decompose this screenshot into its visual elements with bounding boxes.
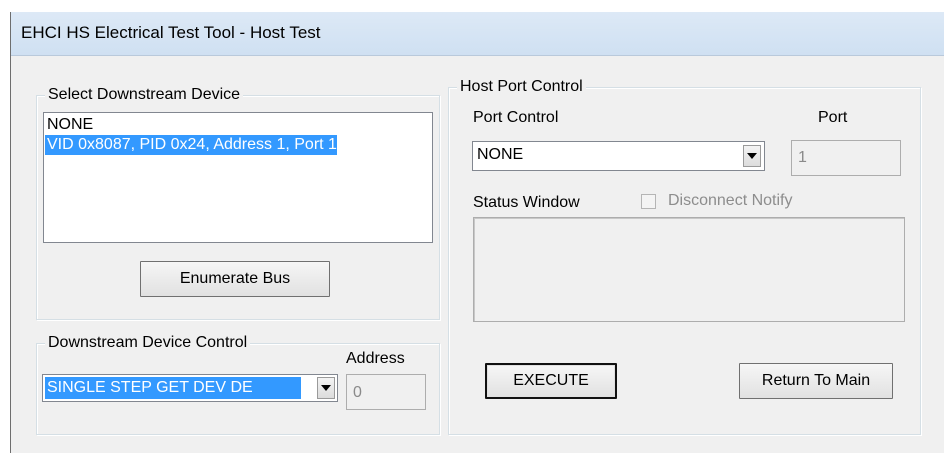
status-window-label: Status Window	[473, 194, 580, 211]
execute-button[interactable]: EXECUTE	[485, 363, 617, 399]
select-downstream-device-legend: Select Downstream Device	[45, 85, 244, 105]
chevron-down-icon	[747, 153, 757, 159]
chevron-down-icon	[321, 385, 331, 391]
device-list-item-none[interactable]: NONE	[45, 115, 93, 135]
window-title: EHCI HS Electrical Test Tool - Host Test	[21, 23, 321, 42]
port-control-select[interactable]: NONE	[472, 141, 765, 171]
disconnect-notify-label: Disconnect Notify	[668, 192, 793, 209]
device-list-item-vid-8087[interactable]: VID 0x8087, PID 0x24, Address 1, Port 1	[45, 135, 337, 155]
port-label: Port	[818, 109, 848, 126]
disconnect-notify-checkbox[interactable]	[641, 194, 656, 209]
downstream-device-control-legend: Downstream Device Control	[45, 333, 251, 353]
status-window	[473, 217, 905, 322]
host-test-window: EHCI HS Electrical Test Tool - Host Test…	[10, 12, 944, 453]
port-control-dropdown-arrow[interactable]	[743, 145, 761, 167]
device-command-select[interactable]: SINGLE STEP GET DEV DE	[42, 374, 338, 402]
port-number-field: 1	[791, 140, 901, 176]
device-address-field: 0	[346, 374, 426, 410]
device-command-value: SINGLE STEP GET DEV DE	[45, 377, 301, 399]
enumerate-bus-button[interactable]: Enumerate Bus	[140, 261, 330, 297]
device-command-dropdown-arrow[interactable]	[317, 377, 335, 399]
port-control-value: NONE	[477, 146, 524, 163]
address-label: Address	[346, 350, 405, 367]
return-to-main-button[interactable]: Return To Main	[739, 363, 893, 399]
title-bar[interactable]: EHCI HS Electrical Test Tool - Host Test	[11, 12, 944, 56]
downstream-device-list[interactable]: NONE VID 0x8087, PID 0x24, Address 1, Po…	[43, 112, 433, 243]
port-control-label: Port Control	[473, 109, 559, 126]
host-port-control-legend: Host Port Control	[457, 77, 586, 97]
